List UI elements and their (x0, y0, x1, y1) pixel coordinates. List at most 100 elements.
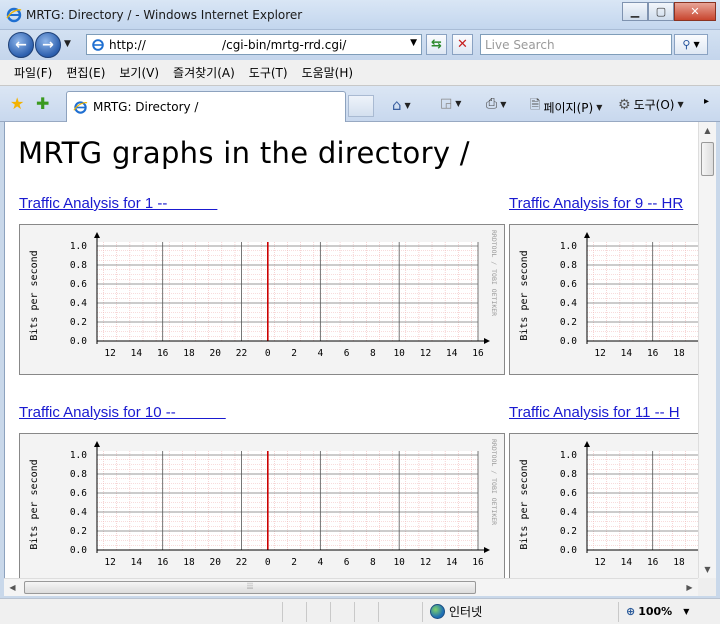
x-tick-label: 0 (265, 557, 271, 568)
y-axis-arrow (94, 441, 100, 447)
x-tick-label: 6 (344, 348, 350, 359)
new-tab-button[interactable] (348, 95, 374, 117)
traffic-graph-svg: 1.0 0.8 0.6 0.4 0.2 0.0 12 14 16 18 20 22 0 2 4 6 8 10 12 1… (29, 439, 498, 568)
page-title: MRTG graphs in the directory / (18, 136, 470, 170)
link-traffic-analysis-11[interactable]: Traffic Analysis for 11 -- H (509, 404, 680, 421)
feeds-button[interactable]: ◲ ▼ (440, 96, 461, 111)
menu-file[interactable]: 파일(F) (14, 64, 52, 81)
x-tick-label: 4 (317, 557, 323, 568)
menu-help[interactable]: 도움말(H) (302, 64, 354, 81)
security-zone[interactable]: 인터넷 (430, 603, 482, 620)
x-tick-label: 10 (393, 348, 405, 359)
y-axis-label: Bits per second (29, 459, 40, 549)
link-traffic-analysis-9[interactable]: Traffic Analysis for 9 -- HR (509, 195, 683, 212)
x-tick-label: 12 (420, 348, 431, 359)
y-tick-label: 0.4 (70, 298, 87, 309)
x-tick-label: 18 (673, 557, 685, 568)
window-title: MRTG: Directory / - Windows Internet Exp… (26, 8, 303, 22)
y-axis-label: Bits per second (519, 459, 530, 549)
page-menu-label: 페이지(P) (543, 100, 594, 115)
close-button[interactable]: ✕ (674, 2, 716, 21)
x-axis-arrow (484, 547, 490, 553)
status-divider (282, 602, 283, 622)
traffic-graph-10[interactable]: 1.0 0.8 0.6 0.4 0.2 0.0 12 14 16 18 20 22 0 2 4 6 8 10 12 1… (19, 433, 505, 578)
y-tick-label: 1.0 (560, 450, 577, 461)
x-tick-label: 6 (344, 557, 350, 568)
vertical-scrollbar[interactable]: ▲ ▼ (698, 122, 716, 578)
tools-menu-label: 도구(O) (633, 98, 675, 112)
search-icon: ⚲ (682, 38, 691, 51)
y-axis-label: Bits per second (519, 250, 530, 340)
window-controls: ▁ ▢ ✕ (622, 2, 716, 22)
back-arrow-icon: ← (15, 37, 27, 53)
navigation-bar: ← → ▼ http:// /cgi-bin/mrtg-rrd.cgi/ ▼ ⇆… (0, 30, 720, 60)
scroll-up-icon[interactable]: ▲ (699, 122, 716, 139)
menu-favorites[interactable]: 즐겨찾기(A) (173, 64, 235, 81)
zoom-icon: ⊕ (626, 605, 636, 618)
menu-tools[interactable]: 도구(T) (249, 64, 288, 81)
feeds-dropdown-icon[interactable]: ▼ (455, 99, 461, 108)
menu-bar: 파일(F) 편집(E) 보기(V) 즐겨찾기(A) 도구(T) 도움말(H) (0, 60, 720, 86)
link-traffic-analysis-1[interactable]: Traffic Analysis for 1 -- (19, 195, 217, 212)
menu-edit[interactable]: 편집(E) (66, 64, 105, 81)
y-tick-label: 0.8 (560, 469, 577, 480)
y-axis-arrow (584, 232, 590, 238)
x-tick-label: 22 (236, 348, 247, 359)
add-favorite-icon[interactable]: ✚ (36, 94, 49, 113)
link-traffic-analysis-10[interactable]: Traffic Analysis for 10 -- (19, 404, 226, 421)
x-tick-label: 2 (291, 348, 297, 359)
y-tick-label: 0.2 (560, 526, 577, 537)
x-tick-label: 14 (621, 348, 633, 359)
favorites-star-icon[interactable]: ★ (10, 94, 24, 113)
vertical-scroll-thumb[interactable] (701, 142, 714, 176)
address-dropdown-icon[interactable]: ▼ (410, 38, 417, 48)
tab-mrtg-directory[interactable]: MRTG: Directory / (66, 91, 346, 122)
x-tick-label: 20 (210, 348, 222, 359)
tab-page-icon (73, 100, 88, 114)
y-tick-label: 0.6 (560, 279, 577, 290)
traffic-graph-1[interactable]: 1.0 0.8 0.6 0.4 0.2 0.0 12 14 16 18 20 22 0 2 4 6 8 10 12 1… (19, 224, 505, 375)
y-tick-label: 1.0 (70, 450, 87, 461)
page-content: MRTG graphs in the directory / Traffic A… (4, 122, 698, 578)
refresh-button[interactable]: ⇆ (426, 34, 447, 55)
rss-feed-icon: ◲ (440, 96, 453, 111)
x-tick-label: 12 (594, 348, 605, 359)
page-menu-button[interactable]: 🗎 페이지(P) ▼ (530, 96, 602, 118)
y-tick-label: 0.4 (70, 507, 87, 518)
stop-button[interactable]: ✕ (452, 34, 473, 55)
horizontal-scrollbar[interactable]: ◀ ⦙⦙⦙ ▶ (4, 578, 698, 596)
minimize-button[interactable]: ▁ (622, 2, 648, 21)
scroll-right-icon[interactable]: ▶ (681, 579, 698, 596)
horizontal-scroll-thumb[interactable]: ⦙⦙⦙ (24, 581, 476, 594)
print-dropdown-icon[interactable]: ▼ (500, 100, 506, 109)
home-dropdown-icon[interactable]: ▼ (405, 101, 411, 110)
tools-menu-button[interactable]: ⚙ 도구(O) ▼ (618, 96, 684, 113)
scroll-down-icon[interactable]: ▼ (699, 561, 716, 578)
forward-button[interactable]: → (35, 32, 61, 58)
chevron-right-icon[interactable]: ▸ (704, 96, 709, 107)
y-axis-label: Bits per second (29, 250, 40, 340)
address-bar[interactable]: http:// /cgi-bin/mrtg-rrd.cgi/ ▼ (86, 34, 422, 55)
internet-explorer-icon (6, 7, 22, 23)
print-button[interactable]: ⎙ ▼ (486, 96, 506, 112)
menu-view[interactable]: 보기(V) (119, 64, 159, 81)
home-button[interactable]: ⌂ ▼ (392, 96, 411, 114)
zoom-dropdown-icon[interactable]: ▼ (683, 607, 689, 616)
traffic-graph-9[interactable]: 1.00.80.60.40.20.01214161820220246810121… (509, 224, 698, 375)
tab-label: MRTG: Directory / (93, 100, 199, 114)
x-tick-label: 12 (420, 557, 431, 568)
page-menu-dropdown-icon: ▼ (596, 102, 603, 112)
x-tick-label: 16 (647, 557, 659, 568)
address-input[interactable]: http:// /cgi-bin/mrtg-rrd.cgi/ (109, 38, 346, 52)
x-tick-label: 18 (183, 348, 195, 359)
back-button[interactable]: ← (8, 32, 34, 58)
traffic-graph-11[interactable]: 1.00.80.60.40.20.01214161820220246810121… (509, 433, 698, 578)
status-divider (354, 602, 355, 622)
recent-pages-dropdown[interactable]: ▼ (64, 39, 71, 49)
search-button[interactable]: ⚲ ▼ (674, 34, 708, 55)
maximize-button[interactable]: ▢ (648, 2, 674, 21)
y-tick-label: 0.8 (70, 469, 87, 480)
zoom-control[interactable]: ⊕ 100% ▼ (626, 605, 689, 618)
search-input[interactable]: Live Search (480, 34, 672, 55)
scroll-left-icon[interactable]: ◀ (4, 579, 21, 596)
